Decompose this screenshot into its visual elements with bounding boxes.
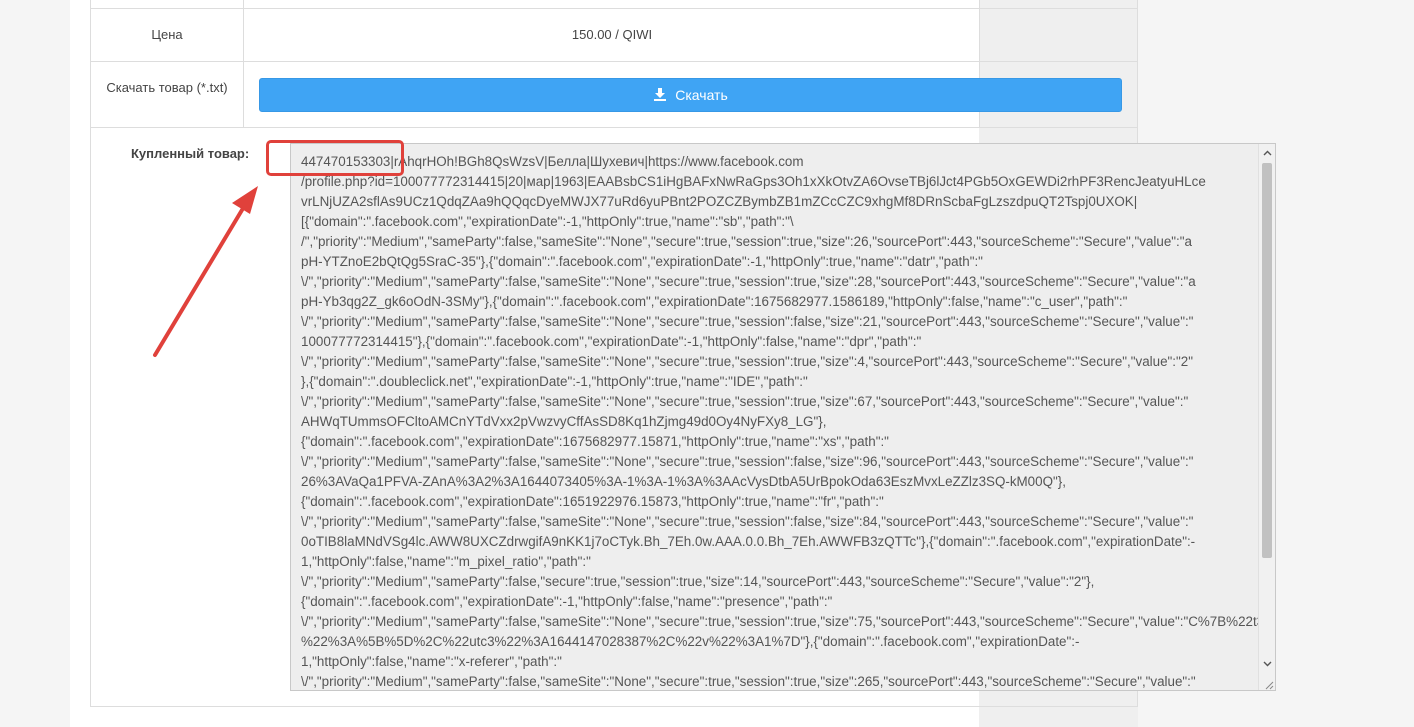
annotation-arrow-icon [153,186,258,357]
